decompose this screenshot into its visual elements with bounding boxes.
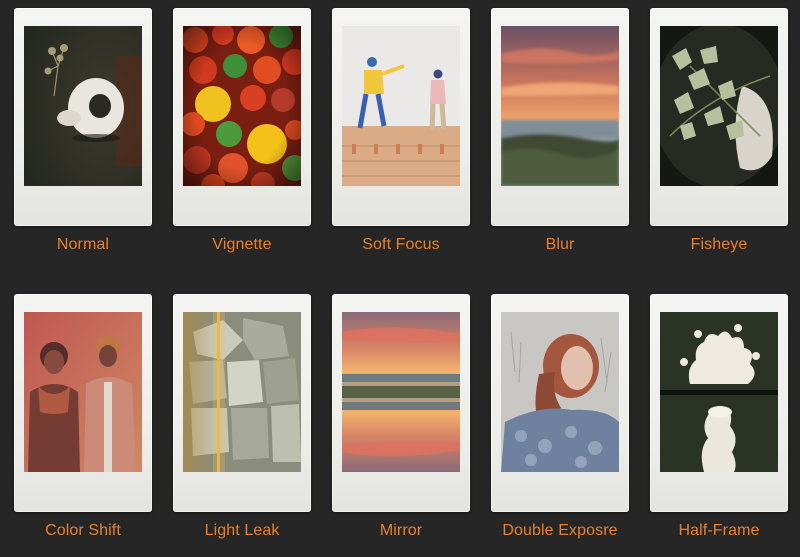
filter-label: Mirror: [379, 522, 423, 539]
filter-label: Blur: [545, 236, 575, 253]
filter-card-normal[interactable]: Normal: [14, 8, 154, 253]
filter-card-mirror[interactable]: Mirror: [332, 294, 472, 539]
filter-gallery: Normal Vignette Soft Focus Blur Fisheye …: [0, 0, 800, 557]
filter-preview-mirror: [342, 312, 460, 472]
filter-preview-vignette: [183, 26, 301, 186]
filter-card-vignette[interactable]: Vignette: [173, 8, 313, 253]
filter-label: Vignette: [212, 236, 272, 253]
filter-card-half-frame[interactable]: Half-Frame: [650, 294, 790, 539]
filter-preview-fisheye: [660, 26, 778, 186]
filter-card-double-exposure[interactable]: Double Exposre: [491, 294, 631, 539]
filter-preview-double-exposure: [501, 312, 619, 472]
filter-label: Light Leak: [204, 522, 280, 539]
filter-label: Soft Focus: [362, 236, 440, 253]
filter-preview-color-shift: [24, 312, 142, 472]
filter-preview-soft-focus: [342, 26, 460, 186]
filter-label: Half-Frame: [678, 522, 760, 539]
filter-preview-light-leak: [183, 312, 301, 472]
filter-preview-half-frame: [660, 312, 778, 472]
filter-preview-blur: [501, 26, 619, 186]
filter-label: Fisheye: [690, 236, 748, 253]
filter-preview-normal: [24, 26, 142, 186]
filter-label: Color Shift: [45, 522, 121, 539]
filter-card-blur[interactable]: Blur: [491, 8, 631, 253]
filter-label: Normal: [56, 236, 110, 253]
filter-card-fisheye[interactable]: Fisheye: [650, 8, 790, 253]
filter-label: Double Exposre: [502, 522, 618, 539]
filter-card-soft-focus[interactable]: Soft Focus: [332, 8, 472, 253]
filter-card-color-shift[interactable]: Color Shift: [14, 294, 154, 539]
filter-card-light-leak[interactable]: Light Leak: [173, 294, 313, 539]
